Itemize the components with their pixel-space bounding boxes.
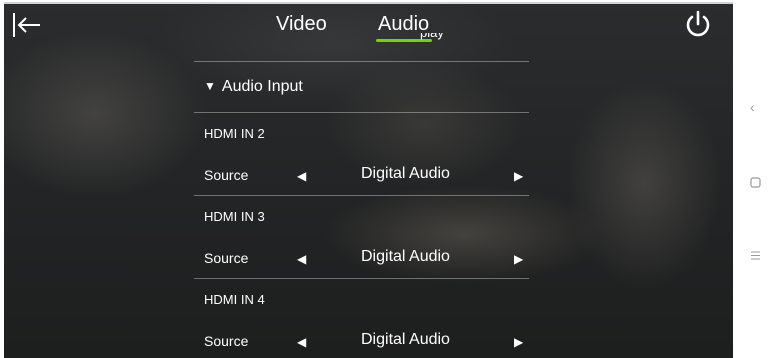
previous-source-arrow-icon[interactable]: ◀: [297, 169, 306, 183]
source-label: Source: [204, 250, 249, 266]
clipped-row-text: play: [380, 33, 450, 45]
previous-source-arrow-icon[interactable]: ◀: [297, 335, 306, 349]
nav-back-icon[interactable]: ‹: [750, 99, 755, 115]
input-name-hdmi-in-3: HDMI IN 3: [204, 209, 265, 224]
power-button[interactable]: [682, 8, 714, 40]
source-label: Source: [204, 167, 249, 183]
nav-menu-icon[interactable]: [750, 248, 761, 264]
back-arrow-icon: [13, 13, 40, 37]
divider: [194, 278, 529, 279]
source-label: Source: [204, 333, 249, 349]
source-value: Digital Audio: [361, 165, 450, 182]
next-source-arrow-icon[interactable]: ▶: [514, 335, 523, 349]
power-icon: [686, 10, 710, 37]
input-name-hdmi-in-4: HDMI IN 4: [204, 292, 265, 307]
next-source-arrow-icon[interactable]: ▶: [514, 252, 523, 266]
divider: [194, 61, 529, 62]
section-title: Audio Input: [221, 78, 303, 95]
audio-input-section-header[interactable]: ▼ Audio Input: [204, 78, 303, 96]
back-button[interactable]: [12, 10, 42, 40]
nav-home-icon[interactable]: [750, 175, 761, 191]
tab-video[interactable]: Video: [276, 13, 327, 36]
divider: [194, 195, 529, 196]
input-name-hdmi-in-2: HDMI IN 2: [204, 126, 265, 141]
source-value: Digital Audio: [361, 248, 450, 265]
next-source-arrow-icon[interactable]: ▶: [514, 169, 523, 183]
expand-triangle-icon: ▼: [204, 79, 216, 93]
source-value: Digital Audio: [361, 331, 450, 348]
previous-source-arrow-icon[interactable]: ◀: [297, 252, 306, 266]
divider: [194, 112, 529, 113]
